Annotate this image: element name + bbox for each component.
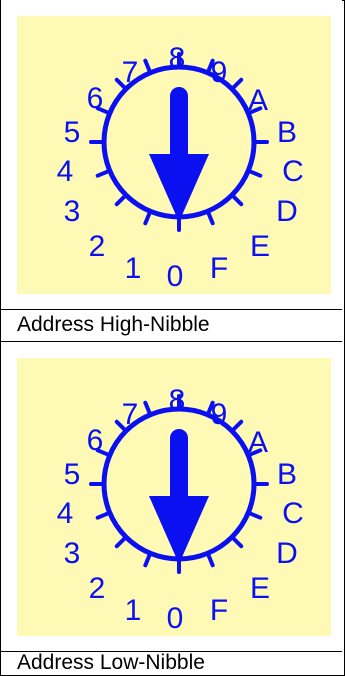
dial-position-label: 9 <box>211 56 228 89</box>
dial-position-label: 8 <box>169 42 186 75</box>
low-nibble-caption: Address Low-Nibble <box>17 651 205 674</box>
dial-position-label: D <box>276 195 298 228</box>
dial-position-label: 3 <box>64 195 81 228</box>
dial-position-label: B <box>277 116 297 149</box>
dial-position-label: F <box>210 252 228 285</box>
high-nibble-cell: 0123 4 56789ABCDEF <box>1 0 342 310</box>
rotary-dial-high-svg: 0123 4 567 8 9ABCDEF <box>17 16 331 294</box>
low-nibble-cell: 0123 4 56789ABCDEF <box>1 342 342 652</box>
dial-position-label: 5 <box>64 116 81 149</box>
dial-position-label: 9 <box>211 398 228 431</box>
dial-position-label: 2 <box>89 230 106 263</box>
dial-position-label: 0 <box>167 260 184 293</box>
rotary-switch-low[interactable]: 0123 4 56789ABCDEF <box>17 358 331 636</box>
dial-position-label: A <box>248 84 268 117</box>
dial-position-label: C <box>282 155 304 188</box>
dial-position-label: 0 <box>167 602 184 635</box>
dial-position-label: 4 <box>57 497 74 530</box>
dial-position-label: F <box>210 594 228 627</box>
dial-position-label: 3 <box>64 537 81 570</box>
dial-position-label: D <box>276 537 298 570</box>
dial-position-label: 1 <box>125 594 142 627</box>
dial-position-label: 2 <box>89 572 106 605</box>
dial-position-label: 6 <box>87 424 104 457</box>
dial-position-label: 4 <box>57 155 74 188</box>
dial-position-label: A <box>248 426 268 459</box>
dial-position-label: 1 <box>125 252 142 285</box>
dial-position-label: 5 <box>64 458 81 491</box>
dial-position-label: E <box>250 572 270 605</box>
dial-position-label: C <box>282 497 304 530</box>
rotary-switch-high[interactable]: 0123 4 56789ABCDEF <box>17 16 331 294</box>
rotary-dial-low-svg: 0123 4 567 8 9ABCDEF <box>17 358 331 636</box>
high-nibble-caption-cell: Address High-Nibble <box>1 310 342 342</box>
dial-position-label: B <box>277 458 297 491</box>
dial-position-label: 6 <box>87 82 104 115</box>
high-nibble-caption: Address High-Nibble <box>17 313 210 336</box>
dial-position-label: 8 <box>169 384 186 417</box>
dial-position-label: E <box>250 230 270 263</box>
dial-position-label: 7 <box>122 56 139 89</box>
low-nibble-caption-cell: Address Low-Nibble <box>1 651 342 674</box>
dial-position-label: 7 <box>122 398 139 431</box>
